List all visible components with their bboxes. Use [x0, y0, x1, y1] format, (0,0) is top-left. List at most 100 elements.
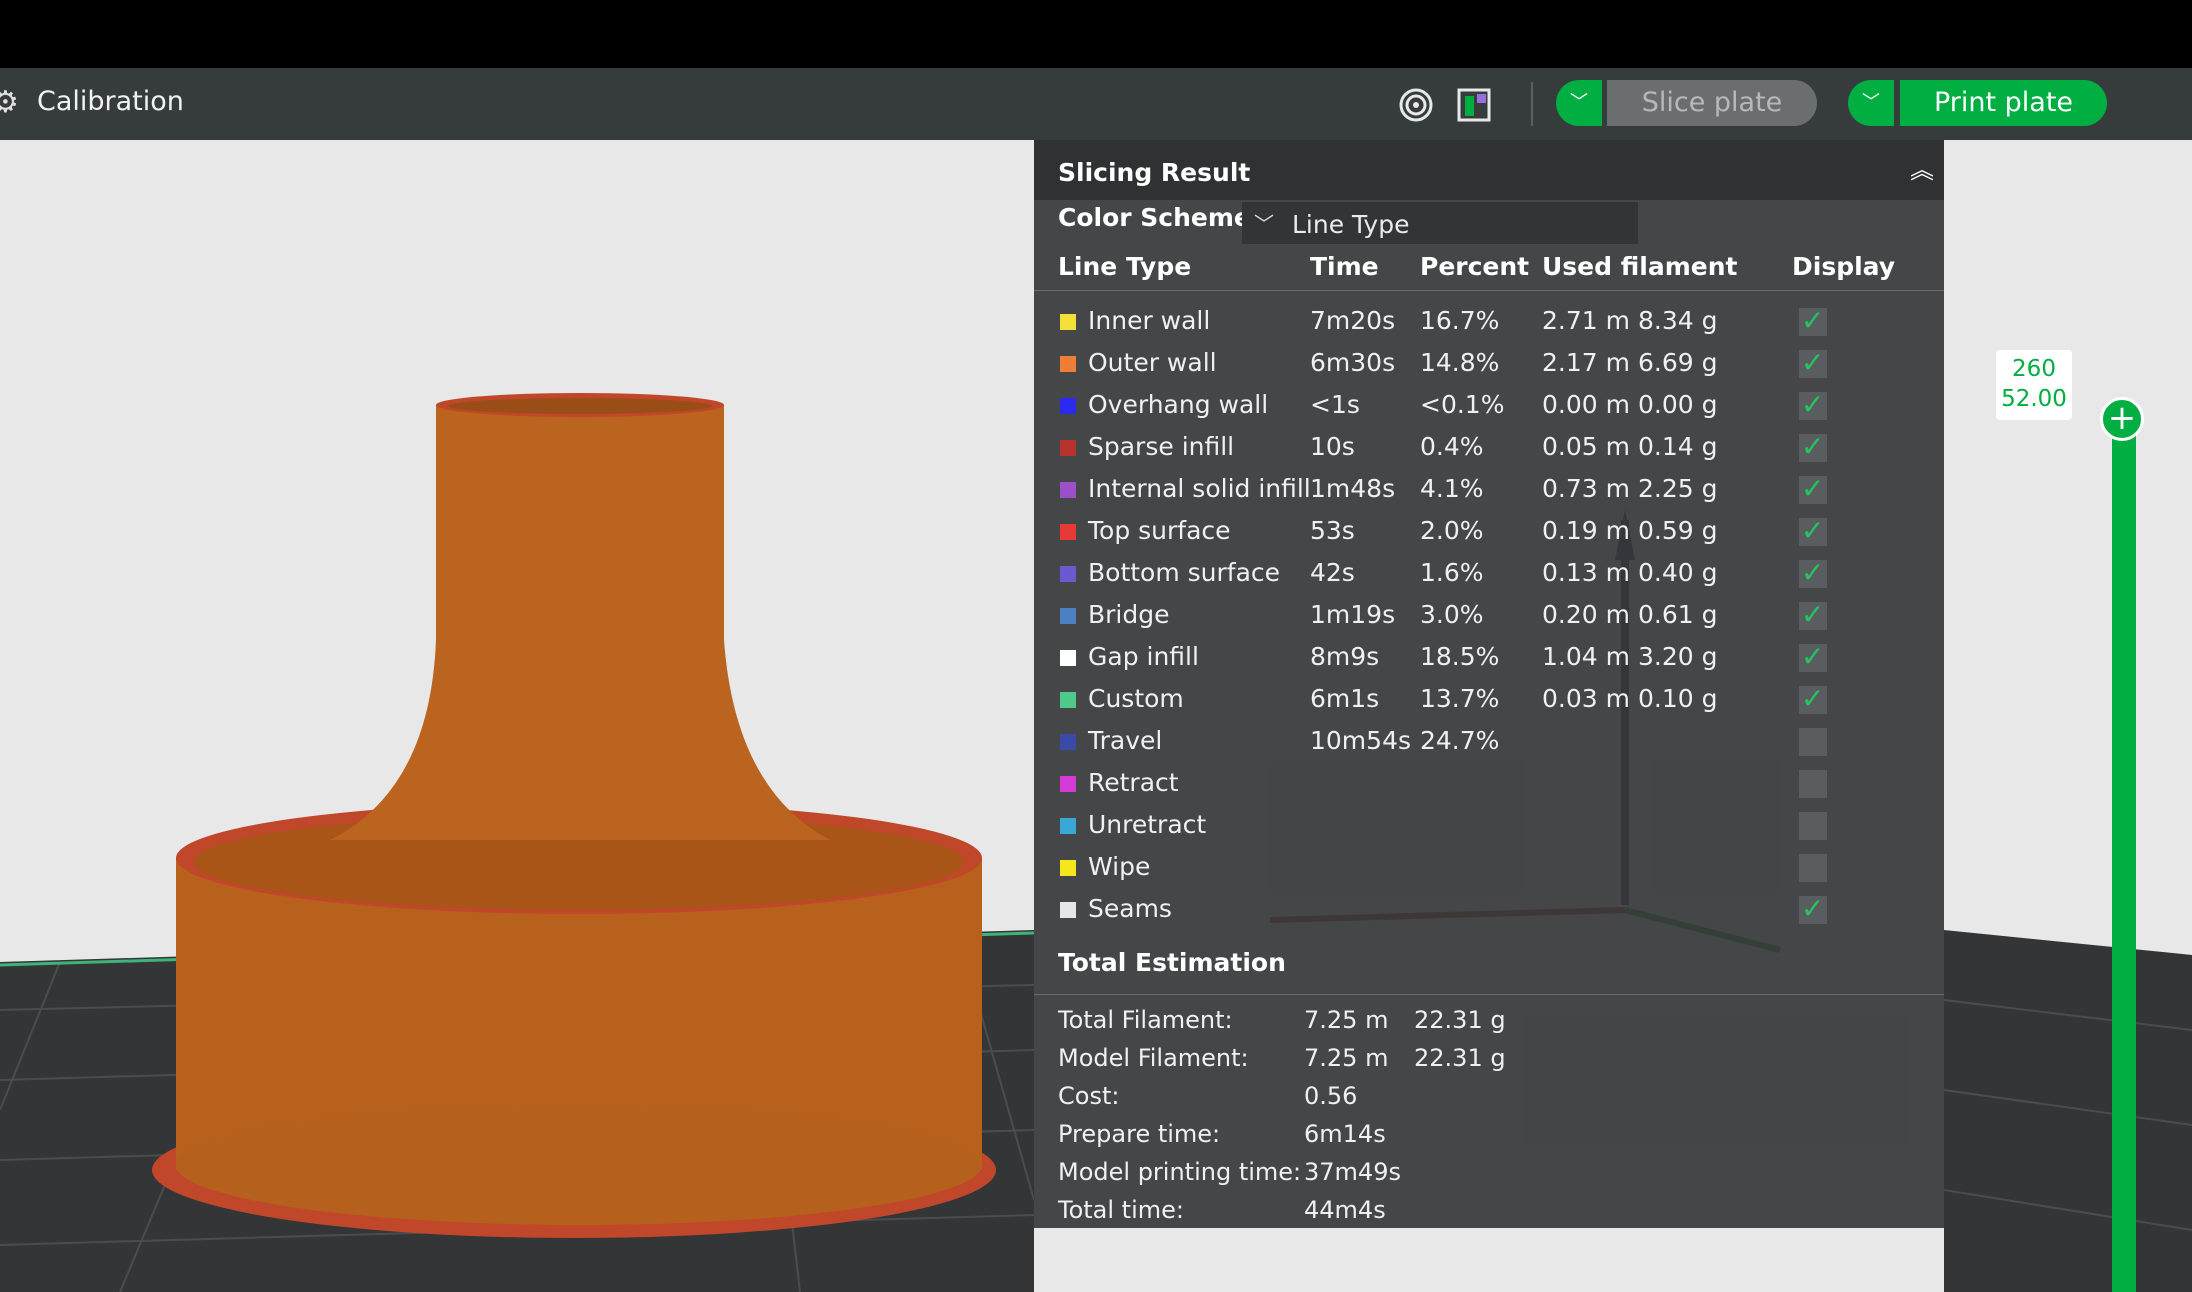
line-type-time: <1s [1310, 390, 1360, 419]
line-type-weight: 0.40 g [1638, 558, 1718, 587]
line-type-percent: 2.0% [1420, 516, 1484, 545]
check-icon: ✓ [1801, 388, 1825, 421]
header-used-filament: Used filament [1542, 252, 1738, 281]
line-type-row[interactable]: Inner wall 7m20s 16.7% 2.71 m 8.34 g ✓ [1034, 302, 1944, 344]
color-swatch [1060, 440, 1076, 456]
line-type-row[interactable]: Custom 6m1s 13.7% 0.03 m 0.10 g ✓ [1034, 680, 1944, 722]
line-type-length: 0.03 m [1542, 684, 1630, 713]
line-type-row[interactable]: Overhang wall <1s <0.1% 0.00 m 0.00 g ✓ [1034, 386, 1944, 428]
line-type-name: Top surface [1088, 516, 1231, 545]
line-type-percent: 0.4% [1420, 432, 1484, 461]
display-checkbox[interactable]: ✓ [1799, 304, 1827, 337]
color-swatch [1060, 608, 1076, 624]
line-type-row[interactable]: Outer wall 6m30s 14.8% 2.17 m 6.69 g ✓ [1034, 344, 1944, 386]
total-label: Model Filament: [1058, 1044, 1249, 1072]
line-type-percent: 1.6% [1420, 558, 1484, 587]
line-type-row[interactable]: Sparse infill 10s 0.4% 0.05 m 0.14 g ✓ [1034, 428, 1944, 470]
plus-icon: + [2107, 398, 2137, 438]
line-type-name: Overhang wall [1088, 390, 1269, 419]
header-display: Display [1792, 252, 1896, 281]
total-label: Total Filament: [1058, 1006, 1233, 1034]
line-type-row[interactable]: Unretract [1034, 806, 1944, 848]
line-type-weight: 0.59 g [1638, 516, 1718, 545]
color-swatch [1060, 692, 1076, 708]
slice-dropdown-button[interactable]: ﹀ [1556, 80, 1602, 126]
line-type-row[interactable]: Bottom surface 42s 1.6% 0.13 m 0.40 g ✓ [1034, 554, 1944, 596]
line-type-row[interactable]: Top surface 53s 2.0% 0.19 m 0.59 g ✓ [1034, 512, 1944, 554]
line-type-percent: 4.1% [1420, 474, 1484, 503]
total-value: 6m14s [1304, 1120, 1386, 1148]
line-type-row[interactable]: Travel 10m54s 24.7% [1034, 722, 1944, 764]
line-type-time: 1m19s [1310, 600, 1396, 629]
color-swatch [1060, 566, 1076, 582]
total-value-secondary: 22.31 g [1414, 1044, 1506, 1072]
line-type-row[interactable]: Bridge 1m19s 3.0% 0.20 m 0.61 g ✓ [1034, 596, 1944, 638]
display-checkbox[interactable]: ✓ [1799, 682, 1827, 715]
layer-slider-handle[interactable]: + [2100, 397, 2144, 441]
total-label: Total time: [1058, 1196, 1184, 1224]
display-checkbox[interactable]: ✓ [1799, 598, 1827, 631]
total-estimation-row: Model printing time: 37m49s [1034, 1158, 1944, 1194]
line-type-percent: 16.7% [1420, 306, 1500, 335]
display-checkbox[interactable]: ✓ [1799, 430, 1827, 463]
color-swatch [1060, 524, 1076, 540]
line-type-name: Bridge [1088, 600, 1170, 629]
line-type-time: 10s [1310, 432, 1355, 461]
display-checkbox[interactable]: ✓ [1799, 388, 1827, 421]
total-estimation-title: Total Estimation [1058, 948, 1286, 977]
slice-plate-button[interactable]: Slice plate [1607, 80, 1817, 126]
header-divider [1034, 290, 1944, 291]
line-type-length: 2.17 m [1542, 348, 1630, 377]
display-checkbox[interactable]: ✓ [1799, 556, 1827, 589]
line-type-time: 6m30s [1310, 348, 1396, 377]
line-type-name: Wipe [1088, 852, 1151, 881]
line-type-name: Retract [1088, 768, 1179, 797]
display-checkbox[interactable]: ✓ [1799, 346, 1827, 379]
color-swatch [1060, 734, 1076, 750]
line-type-name: Unretract [1088, 810, 1207, 839]
line-type-time: 8m9s [1310, 642, 1380, 671]
display-checkbox[interactable] [1799, 770, 1827, 798]
line-type-time: 1m48s [1310, 474, 1396, 503]
line-type-row[interactable]: Internal solid infill 1m48s 4.1% 0.73 m 2.25… [1034, 470, 1944, 512]
display-checkbox[interactable] [1799, 728, 1827, 756]
check-icon: ✓ [1801, 430, 1825, 463]
line-type-row[interactable]: Wipe [1034, 848, 1944, 890]
line-type-row[interactable]: Gap infill 8m9s 18.5% 1.04 m 3.20 g ✓ [1034, 638, 1944, 680]
check-icon: ✓ [1801, 556, 1825, 589]
display-checkbox[interactable] [1799, 812, 1827, 840]
total-divider [1034, 994, 1944, 995]
layer-height-label: 260 52.00 [1996, 350, 2072, 420]
display-checkbox[interactable] [1799, 854, 1827, 882]
calibration-tab[interactable]: Calibration [37, 86, 184, 117]
line-type-row[interactable]: Retract [1034, 764, 1944, 806]
color-swatch [1060, 650, 1076, 666]
print-plate-button[interactable]: Print plate [1900, 80, 2107, 126]
line-type-name: Internal solid infill [1088, 474, 1311, 503]
header-line-type: Line Type [1058, 252, 1192, 281]
chevron-down-icon: ﹀ [1862, 92, 1880, 113]
printed-model [152, 393, 996, 1238]
total-label: Model printing time: [1058, 1158, 1302, 1186]
display-checkbox[interactable]: ✓ [1799, 514, 1827, 547]
line-type-name: Travel [1088, 726, 1163, 755]
layer-slider-track[interactable] [2112, 420, 2136, 1292]
check-icon: ✓ [1801, 472, 1825, 505]
display-checkbox[interactable]: ✓ [1799, 472, 1827, 505]
line-type-time: 53s [1310, 516, 1355, 545]
line-type-weight: 8.34 g [1638, 306, 1718, 335]
plate-layout-icon[interactable] [1455, 86, 1493, 124]
slicing-result-panel: Slicing Result ︽ Color Scheme ﹀ Line Typ… [1034, 140, 1944, 1228]
total-label: Cost: [1058, 1082, 1120, 1110]
print-dropdown-button[interactable]: ﹀ [1848, 80, 1894, 126]
line-type-row[interactable]: Seams ✓ [1034, 890, 1944, 932]
auto-orient-icon[interactable] [1397, 86, 1435, 124]
line-type-name: Gap infill [1088, 642, 1199, 671]
line-type-length: 0.20 m [1542, 600, 1630, 629]
color-scheme-select[interactable]: ﹀ Line Type [1242, 202, 1638, 244]
display-checkbox[interactable]: ✓ [1799, 892, 1827, 925]
collapse-icon[interactable]: ︽ [1910, 150, 1934, 185]
display-checkbox[interactable]: ✓ [1799, 640, 1827, 673]
gear-icon[interactable]: ⚙ [0, 88, 19, 118]
line-type-name: Outer wall [1088, 348, 1217, 377]
